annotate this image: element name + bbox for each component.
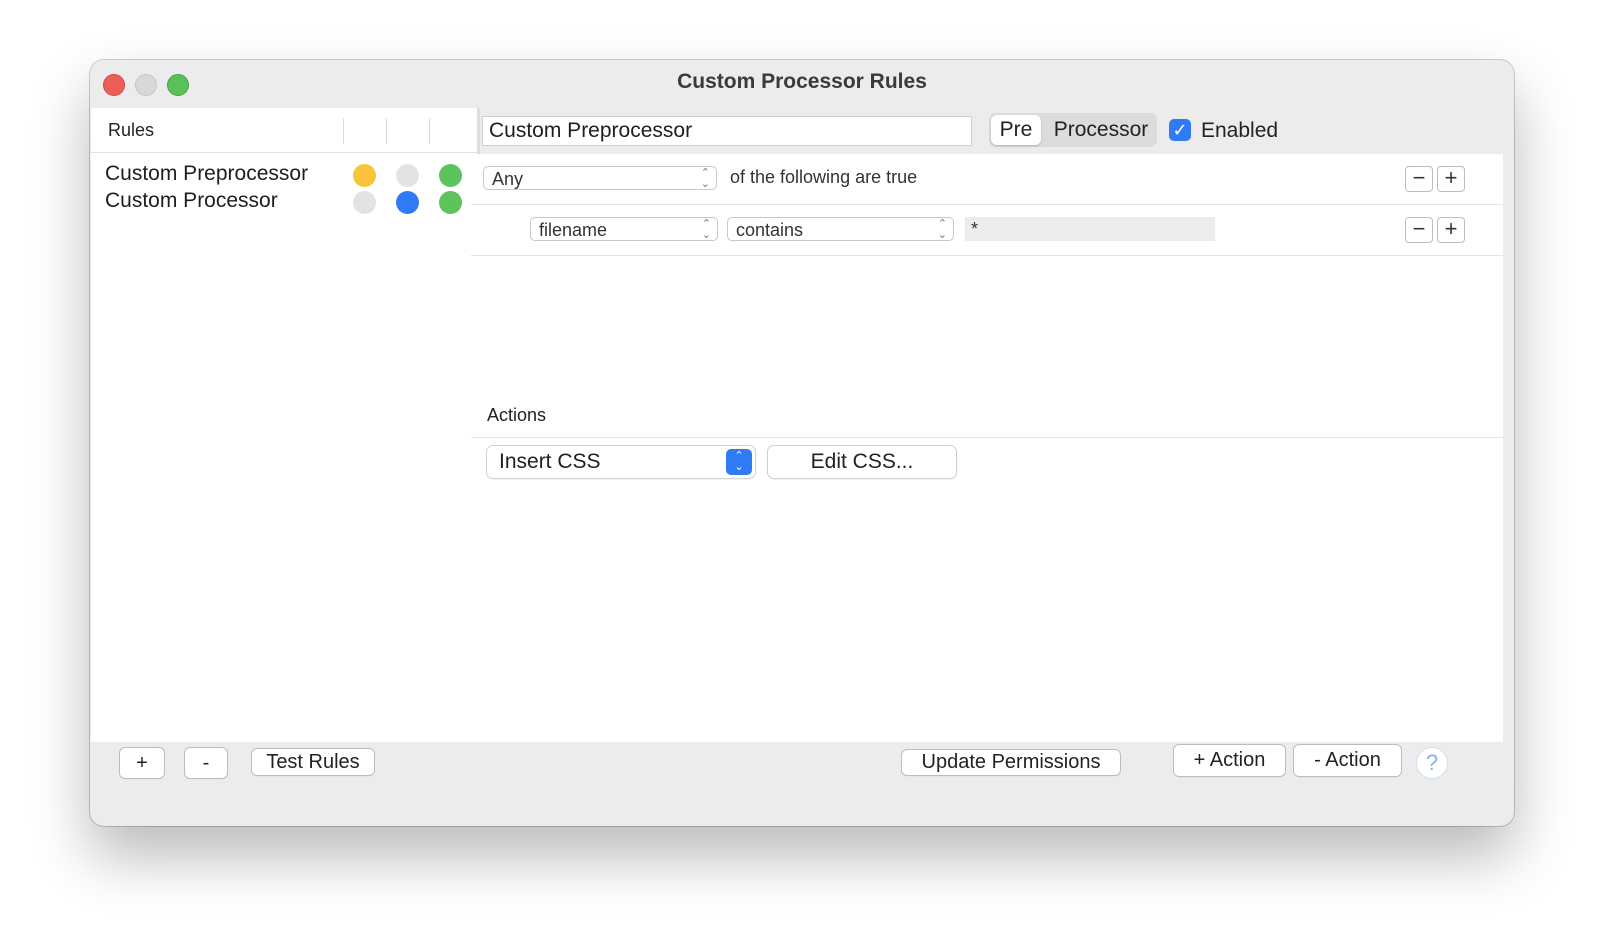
remove-condition-button[interactable]: − <box>1405 166 1433 192</box>
condition-value-field[interactable]: * <box>965 217 1215 241</box>
status-dot-green <box>439 164 462 187</box>
status-dot-green <box>439 191 462 214</box>
rule-row-custom-processor[interactable]: Custom Processor <box>91 189 477 217</box>
chevron-up-down-icon: ⌃ ⌄ <box>701 218 711 241</box>
enabled-label: Enabled <box>1201 119 1279 142</box>
update-permissions-button[interactable]: Update Permissions <box>902 750 1120 775</box>
chevron-up-down-icon: ⌃ ⌄ <box>726 449 752 475</box>
rules-list: Rules Custom Preprocessor Custom Process… <box>91 108 480 742</box>
window: Custom Processor Rules Rules Custom Prep… <box>90 60 1514 826</box>
action-type-value: Insert CSS <box>499 450 601 473</box>
rule-row-custom-preprocessor[interactable]: Custom Preprocessor <box>91 162 477 190</box>
status-dot-yellow <box>353 164 376 187</box>
chevron-up-down-icon: ⌃ ⌄ <box>937 218 947 241</box>
action-type-select[interactable]: Insert CSS ⌃ ⌄ <box>487 446 755 478</box>
rule-name-field[interactable] <box>482 116 972 146</box>
test-rules-button[interactable]: Test Rules <box>252 749 374 775</box>
add-condition-button[interactable]: + <box>1437 217 1465 243</box>
enabled-checkbox[interactable]: ✓ <box>1169 119 1191 141</box>
help-button[interactable]: ? <box>1416 747 1448 779</box>
condition-field-select[interactable]: filename ⌃ ⌄ <box>530 217 718 241</box>
conditions-area: Any ⌃ ⌄ of the following are true − + fil… <box>471 154 1503 396</box>
actions-area: Actions Insert CSS ⌃ ⌄ Edit CSS... <box>471 392 1503 742</box>
segment-pre[interactable]: Pre <box>991 115 1041 145</box>
remove-rule-button[interactable]: - <box>185 748 227 778</box>
rules-header: Rules <box>91 108 477 153</box>
match-type-select[interactable]: Any ⌃ ⌄ <box>483 166 717 190</box>
match-type-value: Any <box>492 169 524 189</box>
add-rule-button[interactable]: + <box>120 748 164 778</box>
column-separator[interactable] <box>343 118 344 144</box>
title-bar: Custom Processor Rules <box>90 60 1514 108</box>
rule-name: Custom Preprocessor <box>105 162 309 185</box>
add-condition-button[interactable]: + <box>1437 166 1465 192</box>
status-dot-blue <box>396 191 419 214</box>
window-title: Custom Processor Rules <box>677 70 927 93</box>
condition-row: filename ⌃ ⌄ contains ⌃ ⌄ * − + <box>471 205 1503 256</box>
rule-name: Custom Processor <box>105 189 278 212</box>
status-dot-gray <box>396 164 419 187</box>
edit-css-button[interactable]: Edit CSS... <box>768 446 956 478</box>
help-icon: ? <box>1425 750 1439 775</box>
column-separator[interactable] <box>386 118 387 144</box>
match-row: Any ⌃ ⌄ of the following are true − + <box>471 154 1503 205</box>
actions-title: Actions <box>487 405 547 425</box>
condition-operator-select[interactable]: contains ⌃ ⌄ <box>727 217 954 241</box>
match-description: of the following are true <box>730 167 918 187</box>
chevron-up-down-icon: ⌃ ⌄ <box>700 167 710 190</box>
remove-action-button[interactable]: - Action <box>1294 745 1401 776</box>
column-separator[interactable] <box>429 118 430 144</box>
condition-operator-value: contains <box>736 220 804 240</box>
actions-header: Actions <box>471 392 1503 438</box>
add-action-button[interactable]: + Action <box>1174 745 1285 776</box>
status-dot-gray <box>353 191 376 214</box>
condition-field-value: filename <box>539 220 608 240</box>
rules-column-title: Rules <box>108 120 155 140</box>
segment-processor[interactable]: Processor <box>1049 115 1153 145</box>
remove-condition-button[interactable]: − <box>1405 217 1433 243</box>
rule-type-segmented-control[interactable]: Pre Processor <box>989 113 1157 147</box>
